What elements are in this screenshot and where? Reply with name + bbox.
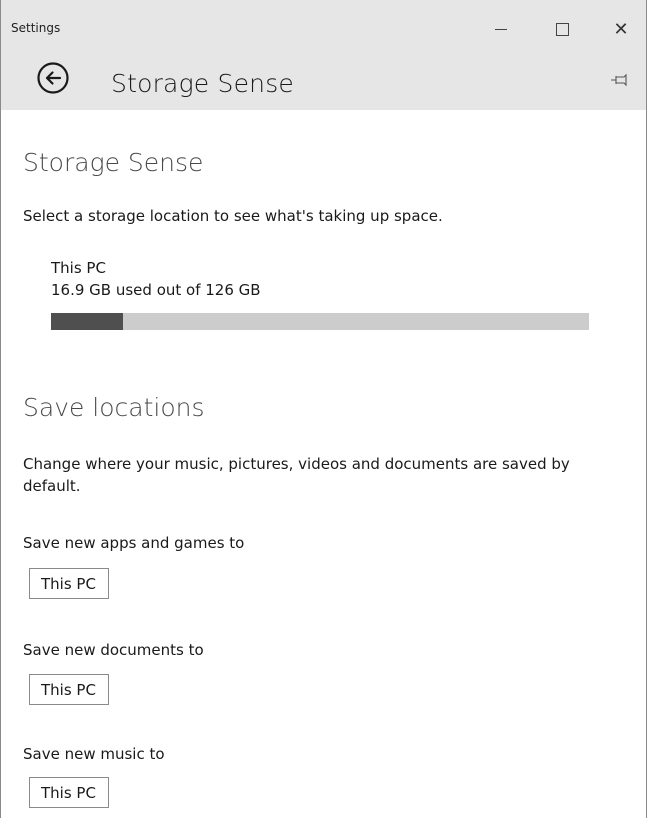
content-area: Storage Sense Select a storage location … bbox=[1, 110, 646, 818]
close-button[interactable]: ✕ bbox=[598, 12, 644, 46]
usage-bar bbox=[51, 313, 589, 330]
drive-usage-text: 16.9 GB used out of 126 GB bbox=[51, 281, 261, 299]
save-locations-description: Change where your music, pictures, video… bbox=[23, 455, 570, 495]
settings-window: Settings ✕ Storage Sense Storage Sense S… bbox=[0, 0, 647, 818]
apps-location-value: This PC bbox=[41, 574, 96, 593]
back-button[interactable] bbox=[36, 61, 70, 95]
save-locations-title: Save locations bbox=[23, 393, 205, 422]
documents-location-dropdown[interactable]: This PC bbox=[29, 674, 109, 705]
page-header: Storage Sense bbox=[1, 49, 646, 110]
storage-section-title: Storage Sense bbox=[23, 148, 204, 177]
minimize-button[interactable] bbox=[478, 12, 524, 46]
title-bar: Settings ✕ bbox=[1, 0, 646, 49]
drive-item-this-pc[interactable]: This PC 16.9 GB used out of 126 GB bbox=[51, 258, 591, 330]
apps-location-label: Save new apps and games to bbox=[23, 534, 245, 552]
storage-description: Select a storage location to see what's … bbox=[23, 207, 443, 225]
minimize-icon bbox=[495, 28, 507, 30]
app-title: Settings bbox=[11, 21, 61, 35]
music-location-dropdown[interactable]: This PC bbox=[29, 777, 109, 808]
music-location-value: This PC bbox=[41, 783, 96, 802]
drive-name: This PC bbox=[51, 259, 106, 277]
documents-location-label: Save new documents to bbox=[23, 641, 204, 659]
pin-icon bbox=[611, 73, 627, 87]
close-icon: ✕ bbox=[613, 18, 629, 40]
pin-button[interactable] bbox=[610, 72, 630, 87]
page-header-title: Storage Sense bbox=[111, 69, 294, 98]
documents-location-value: This PC bbox=[41, 680, 96, 699]
apps-location-dropdown[interactable]: This PC bbox=[29, 568, 109, 599]
music-location-label: Save new music to bbox=[23, 745, 165, 763]
maximize-icon bbox=[555, 22, 569, 36]
maximize-button[interactable] bbox=[539, 12, 585, 46]
usage-bar-fill bbox=[51, 313, 124, 330]
back-arrow-icon bbox=[37, 62, 69, 94]
